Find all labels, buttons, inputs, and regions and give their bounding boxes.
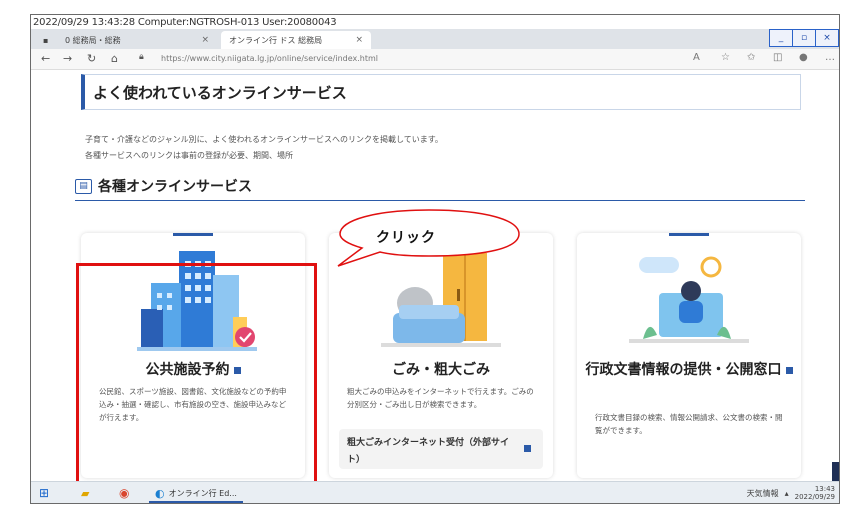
- documents-illustration: [629, 256, 749, 343]
- network-icon[interactable]: ▴: [785, 489, 789, 498]
- page-content: よく使われているオンラインサービス 子育て・介護などのジャンル別に、よく使われる…: [31, 70, 839, 503]
- minimize-button[interactable]: _: [769, 29, 793, 47]
- tab-1-label: 0 総務局・総務: [65, 35, 121, 45]
- card-accent-bar: [669, 233, 709, 236]
- window-controls: _ ▫ ×: [769, 29, 839, 47]
- close-tab-icon[interactable]: ×: [355, 35, 363, 45]
- description-line-1: 子育て・介護などのジャンル別に、よく使われるオンラインサービスへのリンクを掲載し…: [85, 135, 443, 144]
- section-title: よく使われているオンラインサービス: [93, 84, 347, 102]
- card-accent-bar: [173, 233, 213, 236]
- callout-label: クリック: [376, 230, 436, 246]
- browser-tab-bar: ▪ 0 総務局・総務 × オンライン行 ドス 総務局 × _ ▫ ×: [31, 29, 839, 49]
- clock[interactable]: 13:43 2022/09/29: [795, 485, 835, 501]
- card-title-text: 行政文書情報の提供・公開窓口: [585, 362, 782, 378]
- heading-rule: [75, 200, 805, 201]
- card-administrative-documents[interactable]: 行政文書情報の提供・公開窓口 行政文書目録の検索、情報公開請求、公文書の検索・閲…: [577, 233, 801, 478]
- card-garbage[interactable]: ごみ・粗大ごみ 粗大ごみの申込みをインターネットで行えます。ごみの分別区分・ごみ…: [329, 233, 553, 478]
- card-title[interactable]: 行政文書情報の提供・公開窓口: [577, 359, 801, 381]
- external-link-icon: [785, 367, 793, 374]
- subheading-text: 各種オンラインサービス: [98, 179, 252, 195]
- taskbar: ⊞ ▰ ◉ ◐ オンライン行 Ed... 天気情報 ▴ 13:43 2022/0…: [31, 481, 839, 503]
- maximize-button[interactable]: ▫: [792, 29, 816, 47]
- close-window-button[interactable]: ×: [815, 29, 839, 47]
- url-field[interactable]: https://www.city.niigata.lg.jp/online/se…: [161, 54, 378, 63]
- more-icon[interactable]: …: [825, 52, 835, 63]
- read-aloud-icon[interactable]: A: [693, 52, 700, 63]
- section-heading-box: よく使われているオンラインサービス: [81, 74, 801, 110]
- chrome-icon[interactable]: ◉: [119, 485, 129, 501]
- browser-tab-2[interactable]: オンライン行 ドス 総務局 ×: [221, 31, 371, 49]
- taskbar-app-edge[interactable]: ◐ オンライン行 Ed...: [149, 485, 243, 503]
- tab-2-label: オンライン行 ドス 総務局: [229, 35, 323, 45]
- lock-icon: 🔒︎: [139, 52, 144, 62]
- start-icon[interactable]: ⊞: [39, 485, 49, 501]
- card-description: 行政文書目録の検索、情報公開請求、公文書の検索・閲覧ができます。: [595, 413, 783, 435]
- click-callout: クリック: [336, 206, 523, 268]
- browser-tab-1[interactable]: 0 総務局・総務 ×: [57, 31, 217, 49]
- refresh-icon[interactable]: ↻: [87, 52, 96, 65]
- bulky-garbage-link[interactable]: 粗大ごみインターネット受付（外部サイト）: [339, 429, 543, 469]
- favorite-icon[interactable]: ☆: [721, 52, 730, 63]
- card-title[interactable]: ごみ・粗大ごみ: [329, 359, 553, 379]
- weather-text: 天気情報: [746, 488, 779, 498]
- collections-icon[interactable]: ◫: [773, 52, 782, 63]
- home-icon[interactable]: ⌂: [111, 52, 118, 65]
- back-icon[interactable]: ←: [41, 52, 50, 65]
- card-title-text: ごみ・粗大ごみ: [392, 362, 490, 378]
- system-tray: 天気情報 ▴ 13:43 2022/09/29: [747, 485, 835, 501]
- highlight-box: [76, 263, 317, 503]
- link-label: 粗大ごみインターネット受付（外部サイト）: [347, 438, 510, 465]
- external-link-icon: [524, 445, 531, 452]
- book-icon: ▤: [75, 178, 92, 194]
- capture-stamp: 2022/09/29 13:43:28 Computer:NGTROSH-013…: [33, 17, 337, 28]
- subheading: ▤ 各種オンラインサービス: [75, 176, 252, 196]
- forward-icon[interactable]: →: [63, 52, 72, 65]
- clock-date: 2022/09/29: [794, 493, 835, 501]
- screenshot-frame: 2022/09/29 13:43:28 Computer:NGTROSH-013…: [30, 14, 840, 504]
- card-description: 粗大ごみの申込みをインターネットで行えます。ごみの分別区分・ごみ出し日が検索でき…: [347, 387, 534, 409]
- description-line-2: 各種サービスへのリンクは事前の登録が必要、期間、場所: [85, 151, 293, 160]
- profile-icon[interactable]: ●: [799, 52, 808, 63]
- folder-icon[interactable]: ▰: [81, 485, 89, 501]
- address-bar: ← → ↻ ⌂ 🔒︎ https://www.city.niigata.lg.j…: [31, 49, 839, 70]
- taskbar-app-label: オンライン行 Ed...: [168, 488, 237, 498]
- clock-time: 13:43: [814, 485, 835, 493]
- favorites-list-icon[interactable]: ✩: [747, 52, 755, 63]
- close-tab-icon[interactable]: ×: [201, 35, 209, 45]
- edge-icon: ◐: [155, 486, 165, 500]
- window-menu-icon[interactable]: ▪: [35, 31, 53, 49]
